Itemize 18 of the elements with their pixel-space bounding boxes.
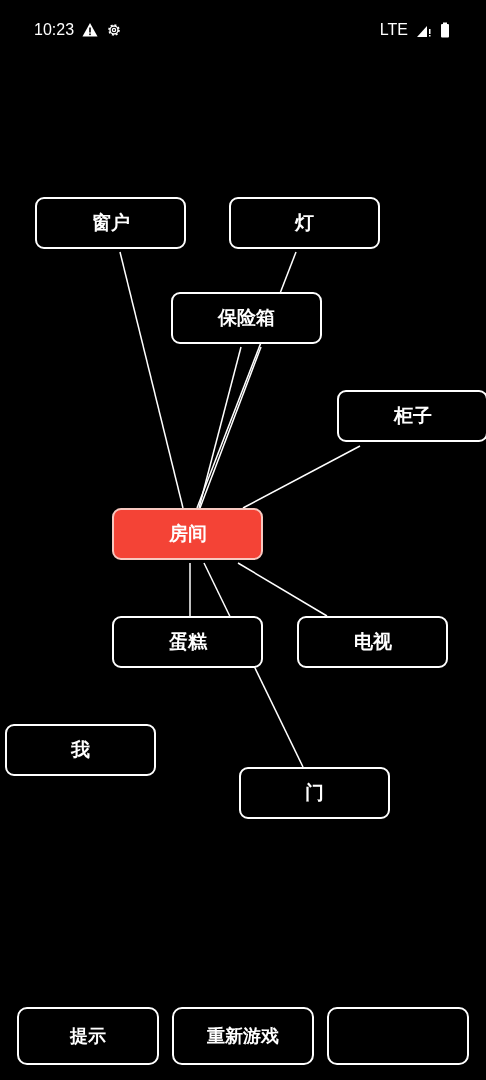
word-node[interactable]: 保险箱 [171, 292, 322, 344]
action-button[interactable]: 重新游戏 [172, 1007, 314, 1065]
word-node[interactable]: 窗户 [35, 197, 186, 249]
word-node[interactable]: 我 [5, 724, 156, 776]
blank-button[interactable] [327, 1007, 469, 1065]
clock: 10:23 [34, 21, 75, 39]
word-node[interactable]: 灯 [229, 197, 380, 249]
word-node[interactable]: 蛋糕 [112, 616, 263, 668]
warning-icon [82, 22, 99, 38]
connector-line [189, 562, 191, 617]
battery-icon [440, 22, 450, 38]
action-button[interactable]: 提示 [17, 1007, 159, 1065]
settings-icon [106, 22, 123, 38]
word-node[interactable]: 电视 [297, 616, 448, 668]
word-node[interactable]: 柜子 [337, 390, 486, 442]
word-node[interactable]: 房间 [112, 508, 263, 560]
network-type: LTE [379, 21, 408, 39]
word-node[interactable]: 门 [239, 767, 390, 819]
